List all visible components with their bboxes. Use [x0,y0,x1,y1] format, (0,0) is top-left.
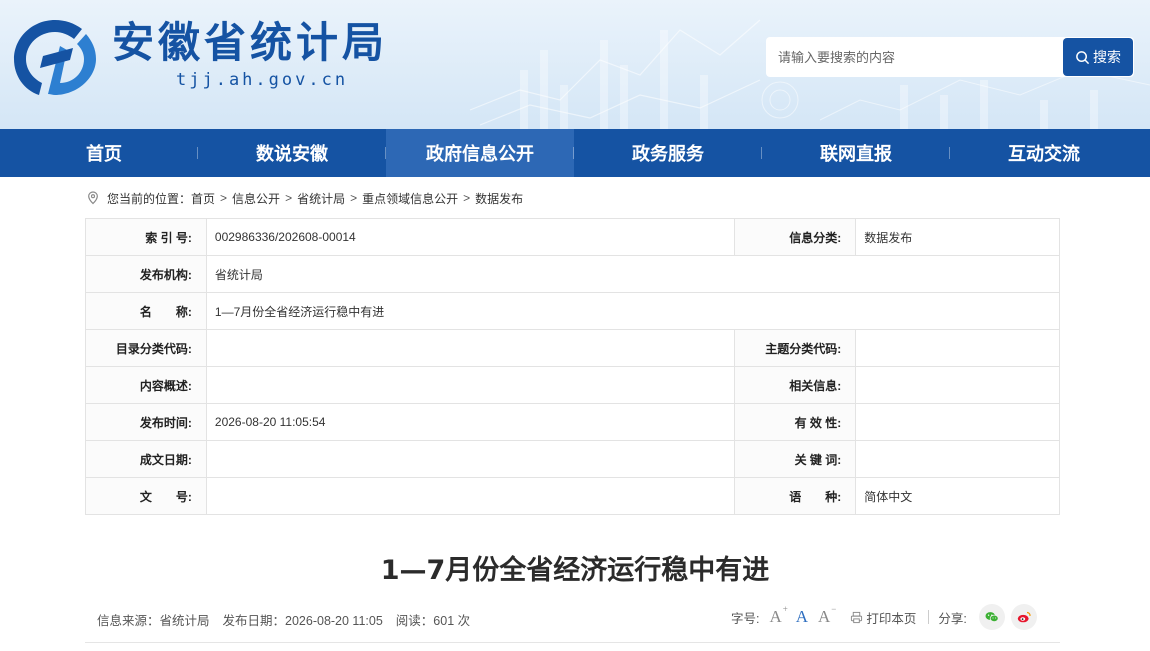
topic-code-label: 主题分类代码: [734,329,857,367]
catalog-code-value [205,329,736,367]
printer-icon [851,611,863,623]
font-reset-button[interactable]: A [796,607,808,627]
keywords-value [855,440,1060,478]
publisher-label: 发布机构: [85,255,207,293]
site-url: tjj.ah.gov.cn [176,70,349,90]
font-decrease-button[interactable]: A − [818,604,836,627]
main-nav: 首页 数说安徽 政府信息公开 政务服务 联网直报 互动交流 [0,129,1150,177]
weibo-icon [1017,611,1031,623]
breadcrumb-separator: > [463,191,471,205]
breadcrumb-separator: > [220,191,228,205]
keywords-label: 关 键 词: [734,440,857,478]
share-weibo-button[interactable] [1010,604,1037,630]
index-no-value: 002986336/202608-00014 [205,218,736,256]
nav-item-home[interactable]: 首页 [10,129,198,177]
name-value: 1—7月份全省经济运行稳中有进 [205,292,1061,330]
table-row: 成文日期: 关 键 词: [85,440,1060,478]
name-label: 名 称: [85,292,207,330]
article-date: 发布日期：2026-08-20 11:05 [222,614,383,628]
share-label: 分享: [938,611,967,626]
catalog-code-label: 目录分类代码: [85,329,207,367]
validity-value [855,403,1060,441]
share-wechat-button[interactable] [978,604,1005,630]
written-date-label: 成文日期: [85,440,207,478]
location-pin-icon [88,191,98,205]
font-decrease-label: A [818,607,831,626]
minus-icon: − [831,604,837,614]
font-size-label: 字号: [731,611,760,626]
language-value: 简体中文 [855,477,1060,515]
article-tools: 字号: A + A A − 打印本页 分享: [731,603,1037,631]
article-source: 信息来源：省统计局 [97,614,210,628]
nav-item-gov-services[interactable]: 政务服务 [574,129,762,177]
table-row: 目录分类代码: 主题分类代码: [85,329,1060,367]
wechat-icon [985,612,999,623]
doc-no-label: 文 号: [85,477,207,515]
nav-item-gov-info[interactable]: 政府信息公开 [386,129,574,177]
table-row: 名 称: 1—7月份全省经济运行稳中有进 [85,292,1061,330]
nav-item-online-report[interactable]: 联网直报 [762,129,950,177]
article-title: 1—7月份全省经济运行稳中有进 [380,555,770,586]
table-row: 发布机构: 省统计局 [85,255,1061,293]
related-value [855,366,1060,404]
search-icon [1076,50,1090,64]
plus-icon: + [782,604,788,614]
topic-code-value [855,329,1060,367]
font-increase-button[interactable]: A + [769,604,787,627]
breadcrumb-separator: > [285,191,293,205]
publish-time-value: 2026-08-20 11:05:54 [205,403,736,441]
category-value: 数据发布 [855,218,1060,256]
category-label: 信息分类: [734,218,857,256]
summary-value [205,366,736,404]
publish-time-label: 发布时间: [85,403,207,441]
breadcrumb-data-release[interactable]: 数据发布 [475,190,523,207]
print-button[interactable]: 打印本页 [850,608,916,627]
breadcrumb-prefix: 您当前的位置： [107,191,192,206]
search-input[interactable] [766,37,1062,77]
table-row: 文 号: 语 种: 简体中文 [85,477,1060,515]
breadcrumb-home[interactable]: 首页 [191,190,215,207]
breadcrumb-key-areas[interactable]: 重点领域信息公开 [362,190,458,207]
table-row: 索 引 号: 002986336/202608-00014 信息分类: 数据发布 [85,218,1060,256]
doc-no-value [205,477,736,515]
site-logo-icon [14,20,96,95]
divider-line [85,642,1060,643]
table-row: 发布时间: 2026-08-20 11:05:54 有 效 性: [85,403,1060,441]
article-views: 阅读：601 次 [395,614,471,628]
search-button-label: 搜索 [1093,49,1121,65]
site-name[interactable]: 安徽省统计局 [112,15,388,71]
article-meta: 信息来源：省统计局 发布日期：2026-08-20 11:05 阅读：601 次 [97,610,470,629]
breadcrumb-separator: > [350,191,358,205]
index-no-label: 索 引 号: [85,218,207,256]
summary-label: 内容概述: [85,366,207,404]
breadcrumb-bureau[interactable]: 省统计局 [297,190,345,207]
nav-item-interaction[interactable]: 互动交流 [950,129,1138,177]
publisher-value: 省统计局 [205,255,1061,293]
validity-label: 有 效 性: [734,403,857,441]
breadcrumb-info-public[interactable]: 信息公开 [232,190,280,207]
tool-divider [928,610,930,624]
nav-item-data-anhui[interactable]: 数说安徽 [198,129,386,177]
font-increase-label: A [769,607,782,626]
table-row: 内容概述: 相关信息: [85,366,1060,404]
print-label: 打印本页 [866,611,917,626]
language-label: 语 种: [734,477,857,515]
related-label: 相关信息: [734,366,857,404]
site-header: 安徽省统计局 tjj.ah.gov.cn 搜索 [0,0,1150,129]
written-date-value [205,440,736,478]
search-button[interactable]: 搜索 [1063,38,1133,76]
info-meta-table: 索 引 号: 002986336/202608-00014 信息分类: 数据发布… [85,218,1061,515]
search-box: 搜索 [766,37,1134,77]
breadcrumb: 您当前的位置： 首页 > 信息公开 > 省统计局 > 重点领域信息公开 > 数据… [86,189,523,207]
